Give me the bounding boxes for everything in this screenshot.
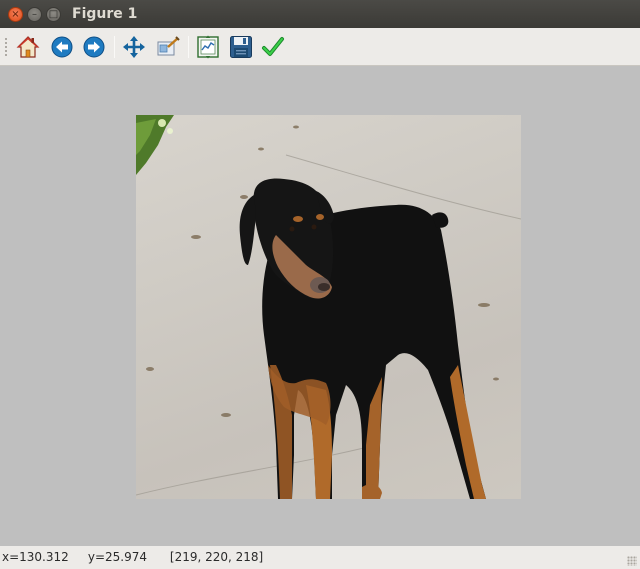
close-window-button[interactable]: × [8, 7, 23, 22]
home-button[interactable] [15, 34, 41, 60]
back-button[interactable] [49, 34, 75, 60]
toolbar-separator [114, 36, 115, 58]
save-icon [230, 36, 252, 58]
figure-canvas[interactable] [0, 67, 640, 546]
dog-photo[interactable] [136, 115, 521, 499]
doberman-dog-image [136, 115, 521, 499]
close-icon: × [11, 8, 20, 20]
maximize-icon: □ [48, 8, 59, 20]
toolbar-separator [188, 36, 189, 58]
title-bar[interactable]: × – □ Figure 1 [0, 0, 640, 28]
configure-subplots-button[interactable] [195, 34, 221, 60]
window-title: Figure 1 [72, 6, 138, 22]
pan-icon [123, 36, 145, 58]
edit-axis-button[interactable] [260, 34, 286, 60]
forward-icon [83, 36, 105, 58]
pan-button[interactable] [121, 34, 147, 60]
zoom-to-rect-button[interactable] [155, 34, 181, 60]
forward-button[interactable] [81, 34, 107, 60]
cursor-readout: x=130.312 y=25.974 [219, 220, 218] [2, 550, 264, 564]
navigation-toolbar [0, 28, 640, 66]
home-icon [16, 36, 40, 58]
maximize-window-button[interactable]: □ [46, 7, 61, 22]
status-bar: x=130.312 y=25.974 [219, 220, 218] [0, 546, 640, 569]
toolbar-grip[interactable] [4, 37, 8, 57]
save-figure-button[interactable] [228, 34, 254, 60]
zoom-icon [157, 36, 180, 56]
edit-axis-icon [262, 37, 284, 56]
minimize-window-button[interactable]: – [27, 7, 42, 22]
figure-window: × – □ Figure 1 x=130.312 y=25.974 [219, … [0, 0, 640, 569]
resize-grip[interactable] [627, 556, 637, 566]
back-icon [51, 36, 73, 58]
minimize-icon: – [32, 8, 37, 20]
subplots-icon [197, 35, 219, 59]
